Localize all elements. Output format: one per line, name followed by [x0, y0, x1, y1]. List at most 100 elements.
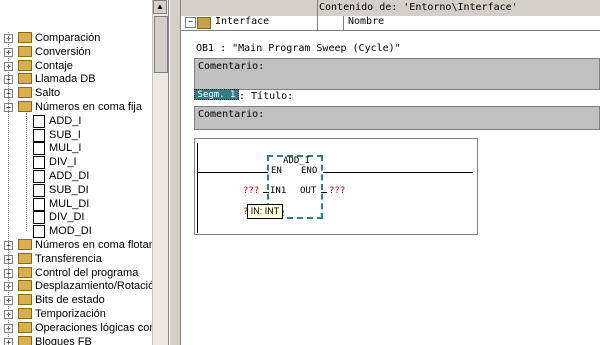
folder-jump-icon — [18, 87, 32, 99]
tree-item-folder[interactable]: + Contaje — [0, 59, 152, 73]
segment-comment-label: Comentario: — [198, 109, 265, 120]
tree-item-folder[interactable]: + Operaciones lógicas con pala — [0, 321, 168, 335]
column-name-header[interactable]: Nombre — [348, 16, 384, 27]
word-logic-icon — [18, 321, 32, 333]
tree-item-label: MUL_I — [49, 142, 82, 155]
block-icon — [33, 197, 45, 211]
tree-item-label: MOD_DI — [49, 225, 92, 238]
tree-item-folder[interactable]: − Números en coma fija — [0, 100, 152, 114]
tree-item-label: DIV_I — [49, 156, 77, 169]
block-comment[interactable]: Comentario: — [194, 58, 600, 90]
tree-item-block[interactable]: ADD_DI — [0, 169, 152, 183]
scroll-up-button[interactable]: ▲ — [153, 0, 167, 14]
segment-comment[interactable]: Comentario: — [194, 106, 600, 130]
tree-item-label: Comparación — [35, 32, 101, 44]
pin-eno: ENO — [301, 166, 318, 176]
tree-item-label: Conversión — [35, 45, 91, 58]
ladder-network[interactable]: ADD_I EN ENO IN1 OUT ??? ??? ? 2 IN: INT — [194, 138, 478, 235]
tree-item-label: Números en coma flotante — [35, 239, 165, 251]
power-rail — [197, 143, 198, 233]
expand-icon[interactable]: + — [4, 337, 13, 345]
tree-item-block[interactable]: DIV_DI — [0, 210, 152, 225]
fb-blocks-icon — [18, 335, 32, 345]
tree-item-label: MUL_DI — [49, 197, 90, 210]
eno-wire — [323, 172, 473, 173]
tree-item-label: Llamada DB — [35, 73, 96, 86]
tree-item-block[interactable]: MOD_DI — [0, 224, 152, 239]
tree-item-folder[interactable]: + Números en coma flotante — [0, 238, 164, 252]
tree-item-label: Salto — [35, 87, 61, 100]
interface-expander[interactable]: − — [185, 17, 196, 28]
tree-item-block[interactable]: MUL_DI — [0, 197, 152, 211]
block-icon — [33, 156, 45, 170]
tree-item-block[interactable]: SUB_I — [0, 128, 152, 142]
floating-point-icon — [18, 239, 32, 250]
tree-item-folder[interactable]: + Llamada DB — [0, 72, 152, 86]
status-bits-icon — [18, 294, 32, 306]
folder-transfer-icon — [18, 252, 32, 264]
interface-tree-header — [181, 0, 318, 16]
tree-item-folder[interactable]: + Bits de estado — [0, 293, 152, 307]
tree-item-label: Números en coma fija — [35, 101, 142, 113]
folder-shift-icon — [18, 280, 32, 292]
counter-icon — [18, 59, 32, 71]
block-icon — [33, 114, 45, 128]
interface-folder-icon — [197, 17, 211, 29]
db-call-icon — [18, 73, 32, 85]
program-editor: Contenido de: 'Entorno\Interface' − Inte… — [181, 0, 600, 345]
fixed-point-icon — [18, 101, 32, 112]
pin-in1: IN1 — [270, 186, 287, 196]
tree-item-folder[interactable]: + Control del programa — [0, 266, 152, 280]
en-wire — [198, 172, 268, 173]
tree-item-block[interactable]: SUB_DI — [0, 183, 152, 197]
block-icon — [33, 225, 45, 239]
tree-item-folder[interactable]: + Desplazamiento/Rotación — [0, 279, 160, 293]
timer-icon — [18, 308, 32, 319]
tree-item-label: ADD_I — [49, 114, 82, 127]
tree-item-label: SUB_I — [49, 128, 81, 141]
tree-item-label: Operaciones lógicas con pala — [35, 321, 169, 334]
tree-item-label: ADD_DI — [49, 170, 90, 182]
tree-item-folder[interactable]: + Transferencia — [0, 252, 152, 266]
pin-en: EN — [271, 166, 282, 176]
tree-item-label: Contaje — [35, 59, 73, 72]
tree-item-label: DIV_DI — [49, 211, 85, 224]
block-icon — [33, 128, 45, 142]
block-icon — [33, 183, 45, 197]
tree-item-label: Desplazamiento/Rotación — [35, 280, 161, 293]
tree-item-block[interactable]: ADD_I — [0, 114, 152, 128]
block-icon — [33, 142, 45, 156]
tree-item-folder[interactable]: + Bloques FB — [0, 335, 152, 345]
tree-item-folder[interactable]: + Comparación — [0, 31, 152, 45]
tree-item-label: Transferencia — [35, 252, 102, 265]
pin-out: OUT — [300, 186, 317, 196]
tree-item-label: Bits de estado — [35, 294, 105, 307]
interface-subheader: − Interface Nombre — [181, 16, 600, 31]
tree-scrollbar[interactable]: ▲ — [152, 0, 168, 345]
block-icon — [33, 211, 45, 225]
panel-splitter[interactable] — [169, 0, 181, 345]
tree-item-folder[interactable]: + Conversión — [0, 45, 152, 59]
block-icon — [33, 170, 45, 183]
scroll-thumb[interactable] — [154, 16, 168, 73]
instruction-catalog-tree: + Comparación + Conversión + Contaje + Llamada … — [0, 0, 169, 345]
interface-root-label[interactable]: Interface — [215, 16, 269, 27]
tree-item-folder[interactable]: + Temporización — [0, 307, 152, 321]
tree-item-label: Temporización — [35, 308, 106, 320]
tree-item-block[interactable]: DIV_I — [0, 155, 152, 170]
block-comment-label: Comentario: — [198, 61, 265, 72]
tree-item-label: Bloques FB — [35, 335, 92, 345]
folder-compare-icon — [18, 32, 32, 43]
operand-out[interactable]: ??? — [329, 186, 345, 196]
tree-item-block[interactable]: MUL_I — [0, 141, 152, 156]
tree-item-folder[interactable]: + Salto — [0, 86, 152, 100]
input-tooltip: IN: INT — [247, 204, 283, 219]
segment-title[interactable]: : Título: — [239, 91, 293, 102]
segment-label[interactable]: Segm. 1 — [194, 89, 239, 100]
interface-header: Contenido de: 'Entorno\Interface' — [181, 0, 600, 17]
ob-title[interactable]: OB1 : "Main Program Sweep (Cycle)" — [196, 43, 401, 54]
block-name: ADD_I — [283, 156, 311, 166]
operand-in1[interactable]: ??? — [243, 186, 259, 196]
content-label: Contenido de: 'Entorno\Interface' — [319, 2, 518, 13]
tree-item-label: Control del programa — [35, 266, 139, 279]
